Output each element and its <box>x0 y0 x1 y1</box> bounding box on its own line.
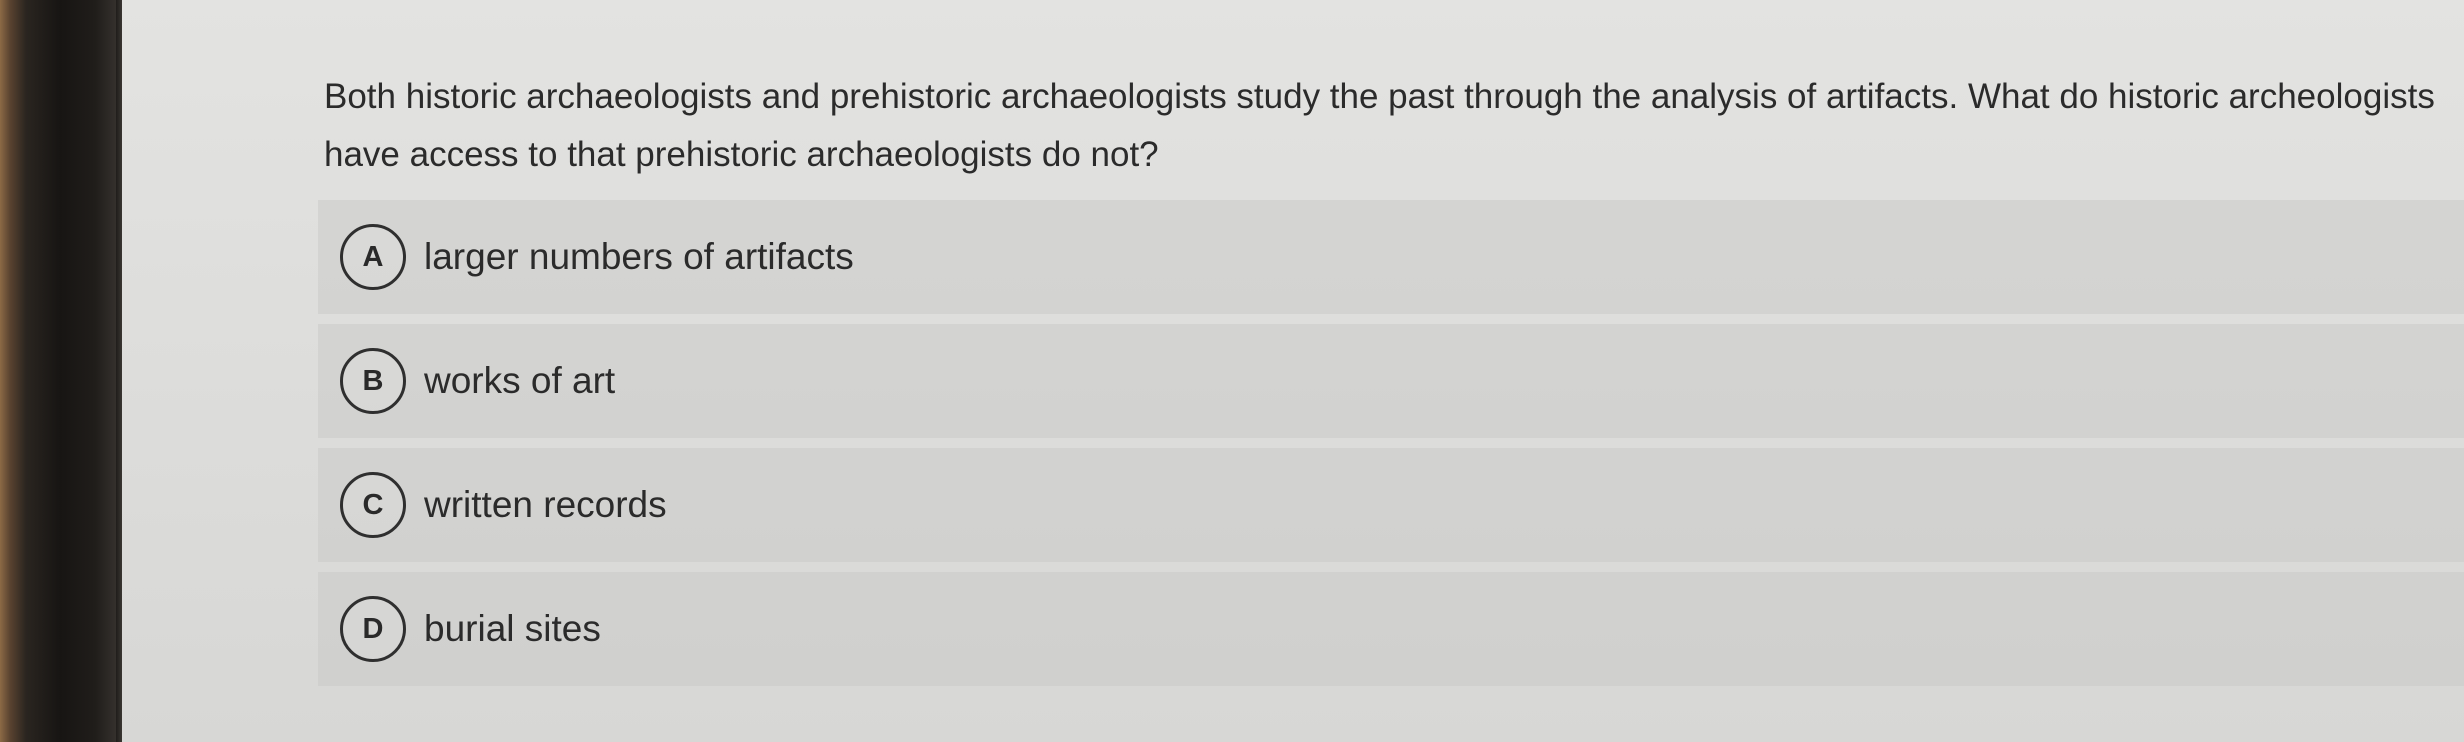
choice-d[interactable]: D burial sites <box>318 572 2464 686</box>
choice-a-letter: A <box>340 224 406 290</box>
choice-a-text: larger numbers of artifacts <box>424 236 854 277</box>
answer-choices: A larger numbers of artifacts B works of… <box>318 200 2464 696</box>
choice-c[interactable]: C written records <box>318 448 2464 562</box>
choice-b-text: works of art <box>424 360 616 401</box>
choice-a[interactable]: A larger numbers of artifacts <box>318 200 2464 314</box>
choice-c-letter: C <box>340 472 406 538</box>
choice-b[interactable]: B works of art <box>318 324 2464 438</box>
choice-b-letter: B <box>340 348 406 414</box>
choice-c-text: written records <box>424 484 667 525</box>
choice-d-text: burial sites <box>424 608 601 649</box>
monitor-bezel <box>0 0 122 742</box>
choice-d-letter: D <box>340 596 406 662</box>
question-text: Both historic archaeologists and prehist… <box>324 77 2435 174</box>
quiz-screen: Both historic archaeologists and prehist… <box>122 0 2464 742</box>
